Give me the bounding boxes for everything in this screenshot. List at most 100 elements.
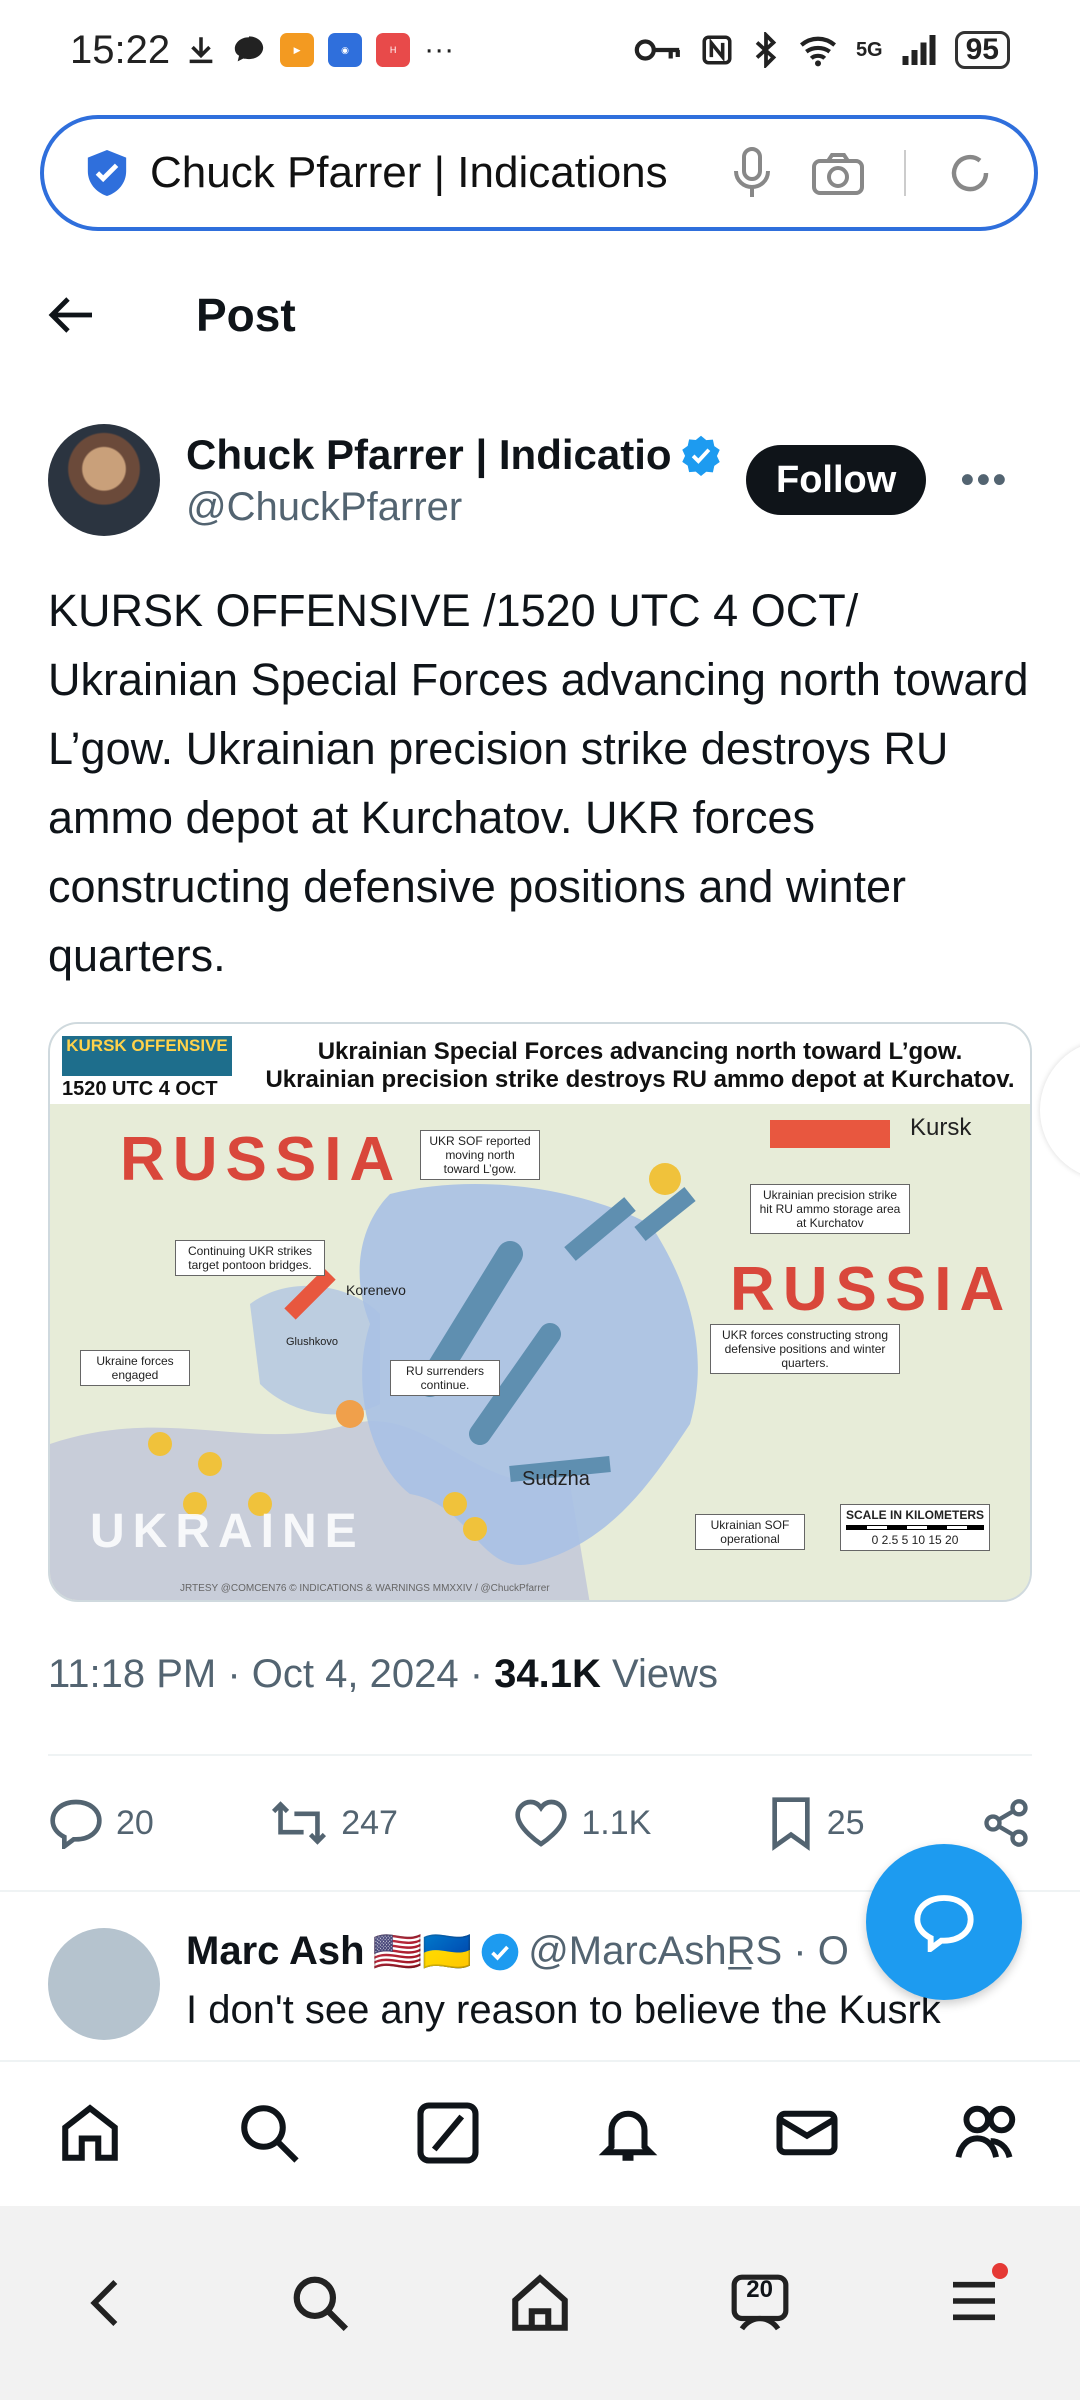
translate-side-tab[interactable] (1040, 1040, 1080, 1180)
verified-badge-icon (681, 435, 720, 476)
repost-icon (272, 1801, 327, 1845)
author-row: Chuck Pfarrer | Indicatio @ChuckPfarrer … (48, 420, 1048, 540)
map-callout-sof: UKR SOF reported moving north toward L’g… (420, 1130, 540, 1180)
browser-bottom-nav: 20 (0, 2206, 1080, 2400)
post-date[interactable]: Oct 4, 2024 (252, 1652, 459, 1696)
bookmark-count: 25 (826, 1803, 865, 1842)
more-notifications-icon: ··· (424, 33, 455, 66)
follow-button[interactable]: Follow (746, 445, 927, 515)
browser-search-icon[interactable] (289, 2272, 351, 2334)
grok-icon[interactable] (415, 2100, 481, 2166)
address-bar-title[interactable]: Chuck Pfarrer | Indications (150, 148, 690, 198)
tab-count-label: 20 (746, 2276, 773, 2303)
status-right: 5G 95 (634, 31, 1010, 69)
back-arrow-icon[interactable] (48, 295, 96, 335)
search-icon[interactable] (236, 2100, 302, 2166)
post-time[interactable]: 11:18 PM (48, 1652, 216, 1696)
bluetooth-icon (755, 32, 777, 68)
address-bar-actions (732, 147, 994, 199)
views-count: 34.1K (494, 1652, 601, 1696)
signal-icon (902, 35, 936, 65)
more-options-icon[interactable]: ••• (960, 458, 1008, 503)
like-button[interactable]: 1.1K (513, 1797, 651, 1849)
map-town-kursk: Kursk (910, 1114, 972, 1141)
browser-tabs-button[interactable]: 20 (729, 2272, 791, 2334)
microphone-icon[interactable] (732, 147, 772, 199)
map-scale-title: SCALE IN KILOMETERS (846, 1508, 985, 1522)
app-icon-blue: ◉ (328, 33, 363, 67)
status-bar: 15:22 ▶ ◉ H ··· 5G 95 (0, 0, 1080, 100)
status-left: 15:22 ▶ ◉ H ··· (70, 28, 454, 73)
author-avatar[interactable] (48, 424, 160, 536)
map-headline-1: Ukrainian Special Forces advancing north… (317, 1038, 963, 1065)
camera-icon[interactable] (812, 150, 864, 196)
author-name[interactable]: Chuck Pfarrer | Indicatio (186, 431, 672, 479)
map-scale-ticks: 0 2.5 5 10 15 20 (871, 1533, 959, 1547)
map-credit: JRTESY @COMCEN76 © INDICATIONS & WARNING… (180, 1583, 550, 1594)
reply-author-name[interactable]: Marc Ash (186, 1929, 365, 1974)
author-name-row[interactable]: Chuck Pfarrer | Indicatio (186, 431, 726, 479)
map-callout-sof-operational: Ukrainian SOF operational (695, 1514, 805, 1550)
wifi-icon (799, 36, 836, 67)
communities-icon[interactable] (953, 2100, 1023, 2166)
post-meta: 11:18 PM · Oct 4, 2024 · 34.1K Views (48, 1652, 718, 1696)
post-actions: 20 247 1.1K 25 (48, 1788, 1032, 1858)
verified-shield-icon (87, 150, 127, 196)
chat-bubble-icon (234, 36, 264, 62)
share-icon (984, 1799, 1028, 1847)
map-scale-bar (846, 1525, 984, 1530)
tweet-text: KURSK OFFENSIVE /1520 UTC 4 OCT/ Ukraini… (48, 585, 1029, 981)
map-callout-surrender: RU surrenders continue. (390, 1360, 500, 1396)
reply-handle[interactable]: @MarcAshR̲S · O (528, 1929, 849, 1974)
author-handle[interactable]: @ChuckPfarrer (186, 485, 726, 530)
map-headline-2: Ukrainian precision strike destroys RU a… (265, 1066, 1015, 1093)
address-bar-divider (904, 150, 906, 196)
browser-home-icon[interactable] (507, 2270, 573, 2336)
messages-envelope-icon[interactable] (774, 2100, 840, 2166)
nfc-icon (702, 35, 732, 65)
heart-icon (515, 1799, 568, 1847)
browser-back-icon[interactable] (78, 2275, 134, 2331)
reply-flags: 🇺🇸🇺🇦 (372, 1930, 473, 1974)
app-icon-orange: ▶ (280, 33, 315, 67)
map-label-russia-2: RUSSIA (730, 1255, 1013, 1324)
status-time: 15:22 (70, 27, 171, 72)
map-town-glushkovo: Glushkovo (286, 1336, 338, 1348)
repost-button[interactable]: 247 (269, 1797, 398, 1849)
address-bar[interactable]: Chuck Pfarrer | Indications (40, 115, 1038, 231)
tweet-media-map[interactable]: KURSK OFFENSIVE 1520 UTC 4 OCT Ukrainian… (48, 1022, 1032, 1602)
map-town-korenevo: Korenevo (346, 1282, 406, 1298)
key-icon (634, 39, 680, 61)
download-icon (189, 37, 213, 64)
browser-menu-button[interactable] (946, 2262, 1009, 2334)
map-callout-strike: Ukrainian precision strike hit RU ammo s… (750, 1184, 910, 1234)
map-scale: SCALE IN KILOMETERS 0 2.5 5 10 15 20 (840, 1504, 990, 1551)
compose-reply-fab[interactable] (866, 1844, 1022, 2000)
home-icon[interactable] (57, 2100, 123, 2166)
menu-notification-dot (992, 2262, 1009, 2279)
map-callout-defense: UKR forces constructing strong defensive… (710, 1324, 900, 1374)
reply-icon (50, 1799, 102, 1849)
page-title: Post (196, 289, 296, 341)
map-town-sudzha: Sudzha (522, 1468, 590, 1490)
reply-verified-badge-icon (481, 1933, 519, 1970)
repost-count: 247 (341, 1803, 398, 1842)
post-header: Post (0, 260, 1080, 370)
reload-icon[interactable] (946, 149, 994, 197)
reply-name-row[interactable]: Marc Ash 🇺🇸🇺🇦 @MarcAshR̲S · O (186, 1928, 849, 1975)
map-callout-engaged: Ukraine forces engaged (80, 1350, 190, 1386)
map-badge: KURSK OFFENSIVE (62, 1036, 232, 1076)
notifications-bell-icon[interactable] (595, 2100, 661, 2166)
bookmark-button[interactable]: 25 (767, 1795, 865, 1851)
author-info: Chuck Pfarrer | Indicatio @ChuckPfarrer (186, 431, 726, 530)
share-button[interactable] (980, 1797, 1032, 1849)
bookmark-icon (772, 1797, 810, 1851)
reply-avatar[interactable] (48, 1928, 160, 2040)
reply-button[interactable]: 20 (48, 1797, 154, 1849)
map-label-russia-1: RUSSIA (120, 1125, 403, 1194)
menu-icon (953, 2281, 996, 2320)
app-bottom-nav (0, 2060, 1080, 2204)
reply-count: 20 (116, 1803, 154, 1842)
map-headline: Ukrainian Special Forces advancing north… (260, 1038, 1020, 1094)
divider-top (48, 1754, 1032, 1756)
